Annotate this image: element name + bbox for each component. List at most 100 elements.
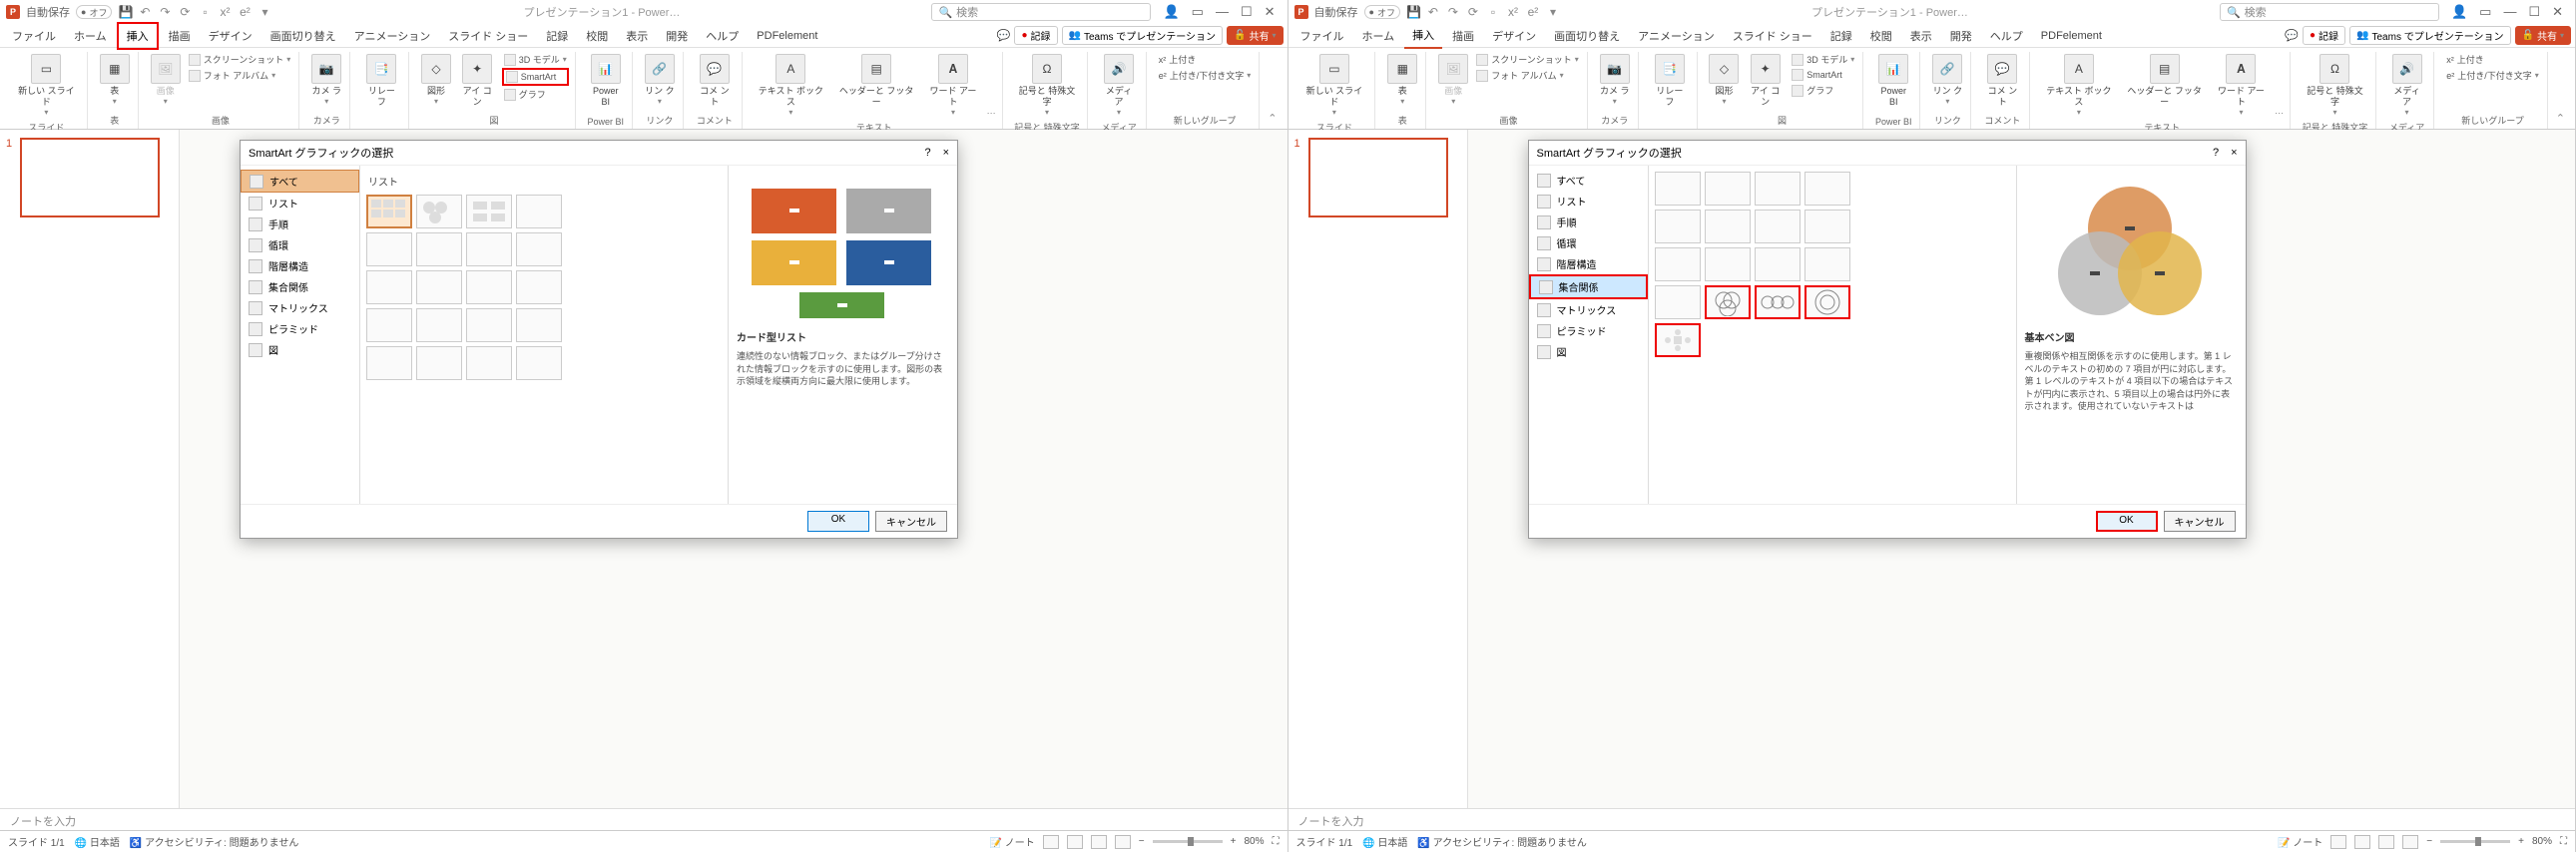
screenshot-button[interactable]: スクリーンショット▾: [1474, 52, 1581, 67]
slide-thumbnail[interactable]: [1308, 138, 1448, 217]
tab-file[interactable]: ファイル: [4, 24, 64, 48]
layout-thumb[interactable]: [516, 270, 562, 304]
qat-overflow[interactable]: ▾: [1546, 5, 1560, 19]
cat-process[interactable]: 手順: [241, 213, 359, 234]
view-normal-icon[interactable]: [2330, 835, 2346, 849]
layout-thumb[interactable]: [466, 270, 512, 304]
search-input[interactable]: 🔍 検索: [2220, 3, 2439, 21]
qat-item[interactable]: ▫: [198, 5, 212, 19]
layout-thumb-venn[interactable]: [1705, 285, 1751, 319]
layout-thumb[interactable]: [1655, 247, 1701, 281]
cat-all[interactable]: すべて: [241, 170, 359, 193]
qat-item[interactable]: x²: [218, 5, 232, 19]
record-button[interactable]: ●記録: [1014, 26, 1057, 45]
save-icon[interactable]: 💾: [1406, 5, 1420, 19]
layout-thumb[interactable]: [466, 232, 512, 266]
cat-matrix[interactable]: マトリックス: [241, 297, 359, 318]
ribbon-collapse-icon[interactable]: ⌃: [2552, 108, 2569, 129]
teams-present-button[interactable]: 👥Teams でプレゼンテーション: [1062, 26, 1224, 45]
textbox-button[interactable]: Aテキスト ボックス▾: [2040, 52, 2117, 119]
tab-pdfelement[interactable]: PDFelement: [2033, 26, 2110, 46]
comment-button[interactable]: 💬コメ ント: [1981, 52, 2023, 110]
smartart-button[interactable]: SmartArt: [502, 68, 569, 86]
layout-thumb[interactable]: [416, 232, 462, 266]
tab-animation[interactable]: アニメーション: [346, 24, 439, 48]
maximize-icon[interactable]: ☐: [2528, 4, 2540, 20]
status-lang[interactable]: 🌐 日本語: [1362, 834, 1407, 849]
maximize-icon[interactable]: ☐: [1241, 4, 1253, 20]
icons-button[interactable]: ✦アイ コン: [457, 52, 498, 110]
tab-developer[interactable]: 開発: [1942, 24, 1980, 48]
dialog-close-icon[interactable]: ×: [943, 147, 949, 159]
record-button[interactable]: ●記録: [2303, 26, 2345, 45]
cat-cycle[interactable]: 循環: [241, 234, 359, 255]
status-lang[interactable]: 🌐 日本語: [75, 834, 120, 849]
new-slide-button[interactable]: ▭新しい スライド▾: [12, 52, 81, 119]
layout-thumb[interactable]: [1705, 172, 1751, 206]
tab-draw[interactable]: 描画: [1444, 24, 1482, 48]
fit-window-icon[interactable]: ⛶: [2560, 836, 2567, 847]
share-button[interactable]: 🔓共有▾: [2515, 26, 2571, 45]
layout-thumb[interactable]: [1755, 210, 1801, 243]
teams-present-button[interactable]: 👥Teams でプレゼンテーション: [2349, 26, 2511, 45]
minimize-icon[interactable]: —: [2503, 4, 2516, 20]
chart-button[interactable]: グラフ: [1790, 83, 1856, 98]
tab-record[interactable]: 記録: [538, 24, 576, 48]
ribbon-options-icon[interactable]: ▭: [1192, 4, 1204, 20]
layout-thumb[interactable]: [1804, 247, 1850, 281]
zoom-in-icon[interactable]: +: [2518, 836, 2524, 847]
subscript-button[interactable]: e²上付き/下付き文字▾: [1157, 68, 1254, 83]
layout-thumb[interactable]: [1804, 210, 1850, 243]
tab-review[interactable]: 校閲: [578, 24, 616, 48]
comments-toggle-icon[interactable]: 💬: [997, 29, 1011, 42]
undo-icon[interactable]: ↶: [138, 5, 152, 19]
tab-view[interactable]: 表示: [618, 24, 656, 48]
cat-hierarchy[interactable]: 階層構造: [241, 255, 359, 276]
qat-overflow[interactable]: ▾: [258, 5, 271, 19]
superscript-button[interactable]: x²上付き: [1157, 52, 1254, 67]
media-button[interactable]: 🔊メディ ア▾: [2386, 52, 2427, 119]
status-accessibility[interactable]: ♿ アクセシビリティ: 問題ありません: [1417, 834, 1586, 849]
layout-thumb[interactable]: [1755, 247, 1801, 281]
camera-button[interactable]: 📷カメ ラ▾: [1598, 52, 1632, 108]
layout-thumb[interactable]: [416, 308, 462, 342]
notes-input[interactable]: ノートを入力: [0, 808, 1288, 830]
fit-window-icon[interactable]: ⛶: [1273, 836, 1280, 847]
autosave-toggle[interactable]: ●オフ: [76, 5, 112, 19]
wordart-button[interactable]: 𝐀ワード アート▾: [923, 52, 982, 119]
image-button[interactable]: 🖼画像▾: [1436, 52, 1470, 108]
save-icon[interactable]: 💾: [118, 5, 132, 19]
minimize-icon[interactable]: —: [1216, 4, 1229, 20]
link-button[interactable]: 🔗リン ク▾: [1930, 52, 1964, 108]
account-icon[interactable]: 👤: [2451, 4, 2467, 20]
tab-animation[interactable]: アニメーション: [1630, 24, 1723, 48]
headerfooter-button[interactable]: ▤ヘッダーと フッター: [833, 52, 919, 110]
table-button[interactable]: ▦表▾: [98, 52, 132, 108]
photo-album-button[interactable]: フォト アルバム▾: [1474, 68, 1581, 83]
tab-design[interactable]: デザイン: [201, 24, 260, 48]
zoom-out-icon[interactable]: −: [2426, 836, 2432, 847]
tab-draw[interactable]: 描画: [161, 24, 199, 48]
ribbon-options-icon[interactable]: ▭: [2479, 4, 2491, 20]
symbol-button[interactable]: Ω記号と 特殊文字▾: [1013, 52, 1082, 119]
layout-thumb[interactable]: [416, 195, 462, 228]
tab-pdfelement[interactable]: PDFelement: [749, 26, 825, 46]
tab-transition[interactable]: 画面切り替え: [262, 24, 344, 48]
tab-view[interactable]: 表示: [1902, 24, 1940, 48]
close-icon[interactable]: ✕: [1265, 4, 1276, 20]
ribbon-collapse-icon[interactable]: ⌃: [1264, 108, 1281, 129]
qat-item[interactable]: e²: [1526, 5, 1540, 19]
view-reading-icon[interactable]: [2378, 835, 2394, 849]
zoom-slider[interactable]: [2440, 840, 2510, 843]
tab-file[interactable]: ファイル: [1292, 24, 1352, 48]
tab-design[interactable]: デザイン: [1484, 24, 1544, 48]
ok-button[interactable]: OK: [2096, 511, 2158, 532]
cat-all[interactable]: すべて: [1529, 170, 1648, 191]
qat-item[interactable]: e²: [238, 5, 252, 19]
zoom-in-icon[interactable]: +: [1231, 836, 1237, 847]
tab-review[interactable]: 校閲: [1862, 24, 1900, 48]
undo-icon[interactable]: ↶: [1426, 5, 1440, 19]
tab-slideshow[interactable]: スライド ショー: [440, 24, 536, 48]
comment-button[interactable]: 💬コメ ント: [694, 52, 736, 110]
layout-thumb[interactable]: [416, 346, 462, 380]
